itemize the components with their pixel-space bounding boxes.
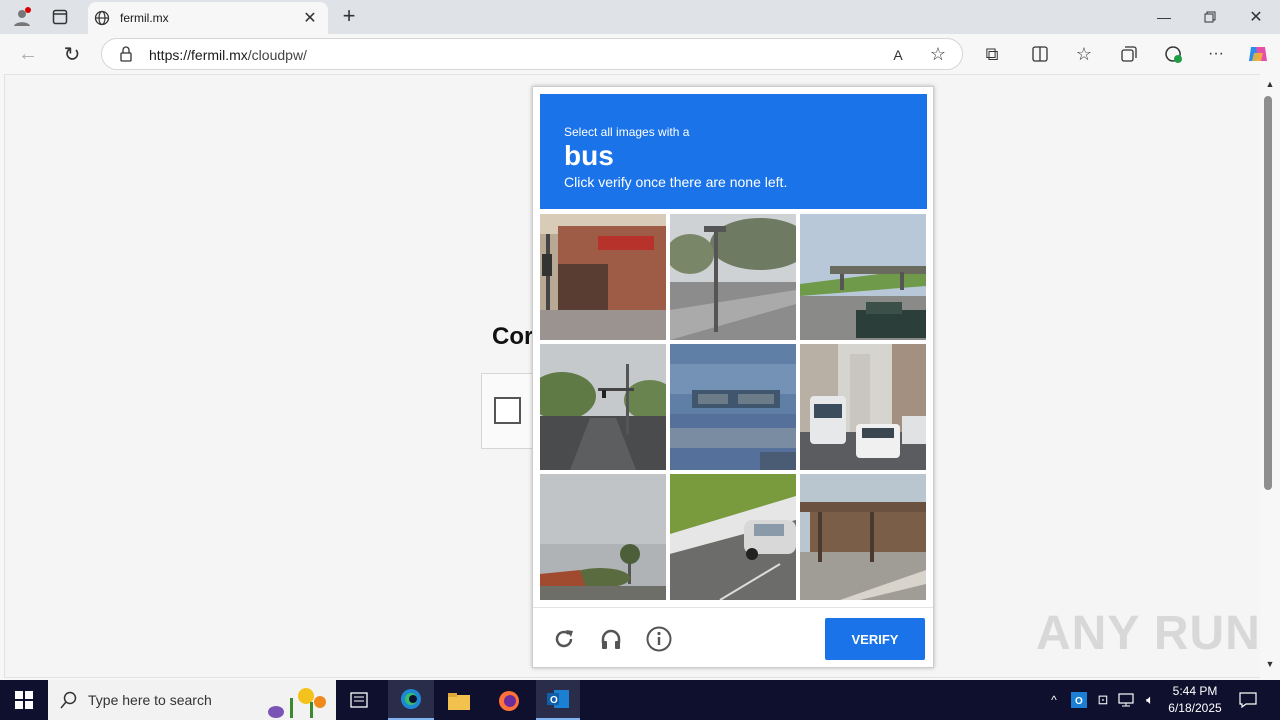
split-screen-icon[interactable] — [1028, 42, 1052, 66]
search-flowers-icon — [266, 682, 332, 718]
copilot-icon[interactable] — [1246, 42, 1270, 66]
captcha-tile-storefront[interactable] — [540, 214, 666, 340]
captcha-tile-street-corner[interactable] — [670, 214, 796, 340]
svg-text:O: O — [550, 695, 558, 706]
firefox-icon[interactable] — [496, 688, 522, 714]
extensions-icon[interactable]: ⧉ — [980, 42, 1004, 66]
file-explorer-icon[interactable] — [446, 690, 472, 712]
captcha-prompt-object: bus — [564, 140, 614, 171]
favorite-star-icon[interactable]: ☆ — [928, 44, 948, 64]
profile-icon[interactable] — [10, 6, 34, 28]
url-host: https://fermil.mx — [149, 47, 248, 63]
tab-title: fermil.mx — [120, 11, 169, 25]
captcha-tile-overpass-highway[interactable] — [800, 214, 926, 340]
windows-start-icon[interactable] — [14, 690, 34, 710]
search-placeholder: Type here to search — [88, 692, 212, 708]
taskbar-clock[interactable]: 5:44 PM 6/18/2025 — [1160, 683, 1230, 717]
audio-headphones-icon[interactable] — [598, 626, 624, 652]
volume-icon[interactable]: 🔈︎ — [1141, 691, 1159, 709]
address-bar: ← ↻ https://fermil.mx/cloudpw/ A ☆ ⧉ ☆ ·… — [0, 34, 1280, 74]
info-icon[interactable] — [646, 626, 672, 652]
lock-icon[interactable] — [118, 46, 134, 62]
tab-active[interactable]: fermil.mx ✕ — [88, 2, 328, 34]
clock-time: 5:44 PM — [1172, 684, 1218, 698]
captcha-tile-city-traffic-bus[interactable] — [800, 344, 926, 470]
show-hidden-icons-icon[interactable]: ^ — [1046, 692, 1062, 708]
captcha-footer: VERIFY — [533, 607, 933, 668]
captcha-tile-car-road[interactable] — [670, 474, 796, 600]
captcha-header: Select all images with a bus Click verif… — [540, 94, 927, 209]
captcha-tile-bridge[interactable] — [800, 474, 926, 600]
url-field[interactable]: https://fermil.mx/cloudpw/ A ☆ — [101, 38, 963, 70]
captcha-prompt-hint: Click verify once there are none left. — [564, 174, 788, 190]
svg-text:O: O — [1075, 696, 1083, 707]
page-title: Cor — [492, 323, 534, 350]
tray-outlook-icon[interactable]: O — [1070, 691, 1088, 709]
close-tab-icon[interactable]: ✕ — [302, 10, 318, 27]
network-icon[interactable] — [1117, 691, 1135, 709]
verify-button[interactable]: VERIFY — [825, 618, 925, 660]
collections-icon[interactable] — [1117, 42, 1141, 66]
url-path: /cloudpw/ — [247, 47, 307, 63]
notifications-icon[interactable] — [1238, 690, 1258, 710]
outlook-icon[interactable]: O — [536, 680, 580, 720]
taskbar-search-box[interactable]: Type here to search — [48, 680, 336, 720]
taskbar: Type here to search O ^ O ⊡ 🔈︎ 5:44 PM 6… — [0, 680, 1280, 720]
search-icon — [60, 691, 78, 709]
edge-taskbar-icon[interactable] — [388, 680, 434, 720]
captcha-tile-overhead-sign[interactable] — [670, 344, 796, 470]
captcha-dialog: Select all images with a bus Click verif… — [532, 86, 934, 668]
captcha-prompt-small: Select all images with a — [564, 125, 690, 139]
reload-icon[interactable] — [551, 626, 577, 652]
restore-icon[interactable] — [1198, 6, 1222, 28]
url-text: https://fermil.mx/cloudpw/ — [149, 47, 307, 63]
close-window-icon[interactable]: ✕ — [1244, 6, 1268, 28]
globe-icon — [94, 10, 110, 26]
more-options-icon[interactable]: ··· — [1204, 42, 1228, 66]
tab-bar: fermil.mx ✕ + — ✕ — [0, 0, 1280, 34]
captcha-checkbox[interactable] — [494, 397, 521, 424]
new-tab-icon[interactable]: + — [338, 3, 360, 28]
captcha-tile-intersection[interactable] — [540, 344, 666, 470]
tray-device-icon[interactable]: ⊡ — [1094, 691, 1112, 709]
tab-actions-icon[interactable] — [48, 6, 72, 28]
task-view-icon[interactable] — [348, 690, 370, 710]
browser-essentials-icon[interactable] — [1161, 42, 1185, 66]
refresh-icon[interactable]: ↻ — [60, 42, 84, 66]
scrollbar-thumb[interactable] — [1264, 96, 1272, 490]
captcha-tile-palm-street[interactable] — [540, 474, 666, 600]
clock-date: 6/18/2025 — [1168, 701, 1222, 715]
minimize-icon[interactable]: — — [1152, 6, 1176, 28]
favorites-icon[interactable]: ☆ — [1072, 42, 1096, 66]
scroll-down-icon[interactable]: ▼ — [1264, 658, 1276, 670]
back-icon[interactable]: ← — [16, 42, 40, 66]
anyrun-watermark: ANY RUN — [1036, 607, 1261, 660]
scroll-up-icon[interactable]: ▲ — [1264, 78, 1276, 90]
read-aloud-icon[interactable]: A — [888, 45, 908, 65]
